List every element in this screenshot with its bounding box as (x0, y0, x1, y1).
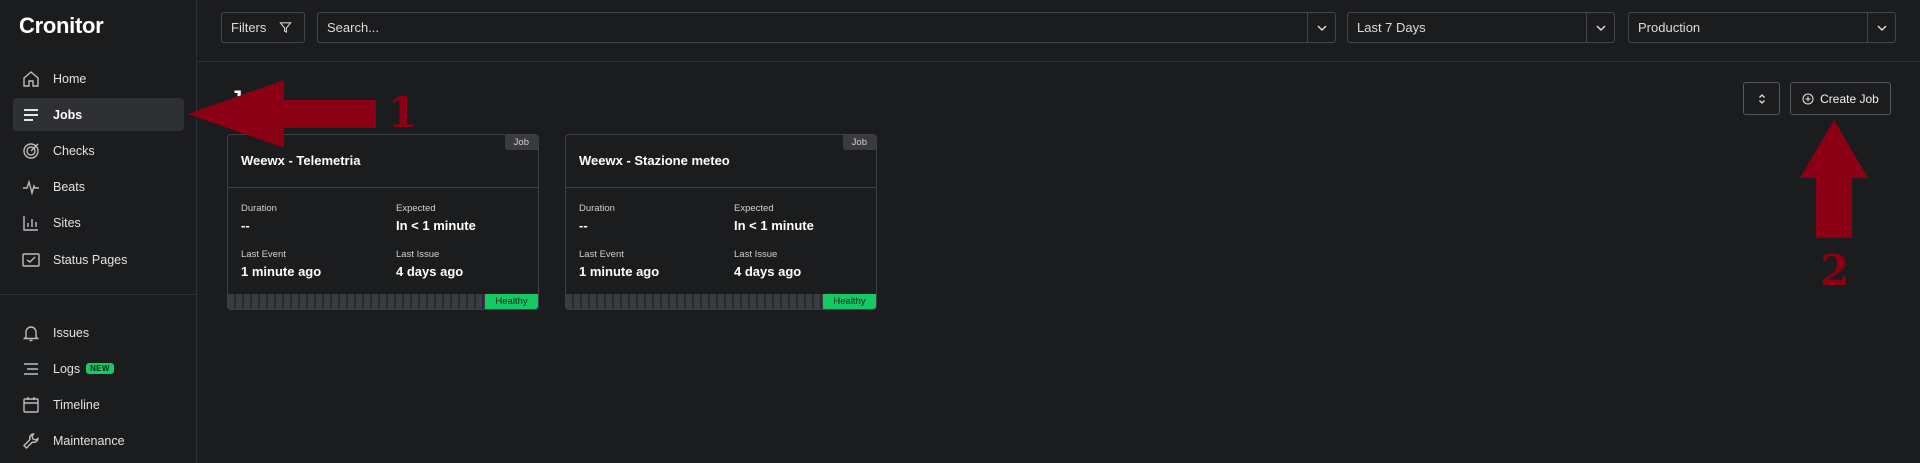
search-input[interactable]: Search... (318, 20, 1307, 35)
time-range-value: Last 7 Days (1357, 20, 1426, 35)
jobs-list-icon (24, 108, 38, 121)
duration-value: -- (241, 218, 250, 233)
sidebar-item-label: Maintenance (53, 433, 125, 448)
sidebar-item-maintenance[interactable]: Maintenance (13, 424, 184, 457)
annotation-number-1: 1 (388, 88, 418, 137)
sidebar-item-home[interactable]: Home (13, 62, 184, 95)
search-field[interactable]: Search... (317, 12, 1336, 43)
create-job-label: Create Job (1820, 91, 1879, 106)
environment-select[interactable]: Production (1628, 12, 1896, 43)
home-icon (23, 70, 39, 87)
sort-icon (1758, 93, 1765, 104)
job-card[interactable]: Job Weewx - Stazione meteo Duration -- E… (565, 134, 877, 310)
job-name[interactable]: Weewx - Telemetria (241, 153, 360, 168)
sort-button[interactable] (1743, 82, 1780, 115)
sidebar-item-label: Status Pages (53, 252, 128, 267)
last-issue-label: Last Issue (396, 249, 440, 260)
bar-chart-icon (23, 215, 38, 231)
annotation-arrow-up (1800, 120, 1868, 238)
sidebar-item-sites[interactable]: Sites (13, 206, 184, 239)
heartbeat-icon (23, 179, 39, 196)
health-history-ticks (228, 294, 485, 309)
search-dropdown-toggle[interactable] (1307, 13, 1335, 42)
new-badge: NEW (86, 363, 114, 374)
sidebar-item-label: Timeline (53, 397, 100, 412)
bell-icon (22, 325, 40, 341)
filters-label: Filters (231, 20, 267, 35)
sidebar-item-timeline[interactable]: Timeline (13, 388, 184, 421)
health-history-bar: Healthy (228, 294, 538, 309)
status-badge: Healthy (823, 294, 876, 309)
wrench-icon (23, 432, 39, 449)
target-icon (23, 142, 39, 159)
expected-label: Expected (734, 203, 774, 214)
sidebar-item-beats[interactable]: Beats (13, 170, 184, 203)
time-range-select[interactable]: Last 7 Days (1347, 12, 1615, 43)
health-history-bar: Healthy (566, 294, 876, 309)
sidebar-item-label: Checks (53, 143, 95, 158)
last-event-label: Last Event (241, 249, 286, 260)
filter-icon (279, 22, 293, 34)
environment-value: Production (1638, 20, 1701, 35)
job-card[interactable]: Job Weewx - Telemetria Duration -- Expec… (227, 134, 539, 310)
job-type-badge: Job (842, 135, 876, 150)
filters-button[interactable]: Filters (221, 12, 305, 43)
sidebar-item-label: Sites (53, 215, 81, 230)
last-event-value: 1 minute ago (579, 264, 660, 279)
expected-value: In < 1 minute (734, 218, 814, 233)
sidebar-item-label: Issues (53, 325, 90, 340)
chevron-down-icon (1876, 24, 1887, 31)
duration-value: -- (579, 218, 588, 233)
health-history-ticks (566, 294, 823, 309)
calendar-icon (23, 396, 39, 413)
annotation-number-2: 2 (1820, 246, 1850, 295)
last-issue-value: 4 days ago (734, 264, 802, 279)
page-title: Jobs (230, 86, 282, 111)
sidebar: Cronitor Home Jobs Checks Beats Sites St… (0, 0, 197, 463)
expected-value: In < 1 minute (396, 218, 476, 233)
expected-label: Expected (396, 203, 436, 214)
last-event-label: Last Event (579, 249, 624, 260)
duration-label: Duration (579, 203, 615, 214)
last-issue-value: 4 days ago (396, 264, 464, 279)
create-job-button[interactable]: Create Job (1790, 82, 1891, 115)
card-divider (228, 187, 538, 188)
sidebar-item-status-pages[interactable]: Status Pages (13, 243, 184, 276)
chevron-down-icon (1595, 24, 1606, 31)
duration-label: Duration (241, 203, 277, 214)
sidebar-item-label: Beats (53, 179, 85, 194)
chevron-down-icon (1316, 24, 1327, 31)
sidebar-item-label: Logs (53, 361, 81, 376)
logs-icon (24, 362, 38, 375)
time-range-dropdown-toggle[interactable] (1586, 13, 1614, 42)
last-event-value: 1 minute ago (241, 264, 322, 279)
last-issue-label: Last Issue (734, 249, 778, 260)
sidebar-item-label: Home (53, 71, 87, 86)
job-name[interactable]: Weewx - Stazione meteo (579, 153, 730, 168)
sidebar-item-checks[interactable]: Checks (13, 134, 184, 167)
sidebar-divider (0, 294, 197, 295)
app-logo[interactable]: Cronitor (19, 13, 104, 39)
sidebar-item-issues[interactable]: Issues (13, 316, 184, 349)
job-type-badge: Job (504, 135, 538, 150)
environment-dropdown-toggle[interactable] (1867, 13, 1895, 42)
status-page-icon (22, 252, 40, 267)
plus-circle-icon (1802, 92, 1814, 105)
status-badge: Healthy (485, 294, 538, 309)
sidebar-item-jobs[interactable]: Jobs (13, 98, 184, 131)
sidebar-item-label: Jobs (53, 107, 83, 122)
card-divider (566, 187, 876, 188)
sidebar-item-logs[interactable]: Logs NEW (13, 352, 184, 385)
